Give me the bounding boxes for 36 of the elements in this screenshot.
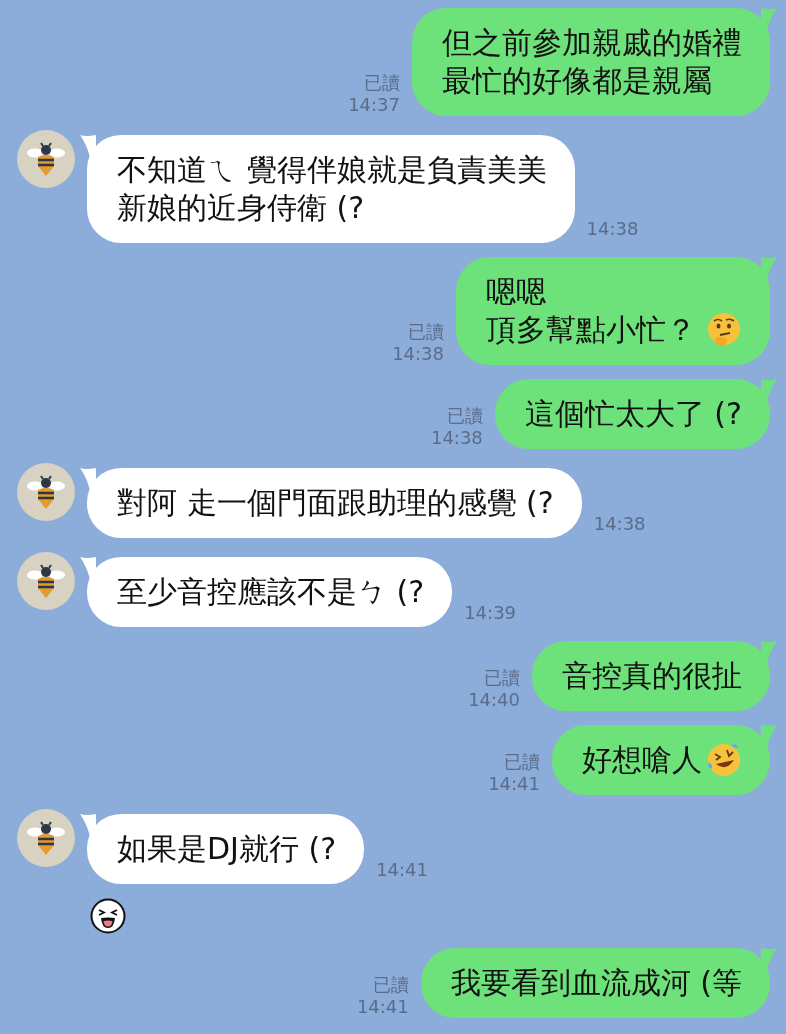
message-time: 14:41 [376, 859, 428, 880]
message-text: 這個忙太大了 (? [524, 395, 742, 433]
message-time: 14:37 [348, 94, 400, 116]
message-text: 新娘的近身侍衛 (? [117, 189, 366, 227]
bee-avatar [17, 809, 75, 867]
message-text: 頂多幫點小忙？ [486, 311, 696, 349]
bee-avatar [17, 552, 75, 610]
laughing-face-icon [706, 742, 742, 778]
read-receipt: 已讀 [446, 405, 483, 427]
read-receipt: 已讀 [364, 72, 400, 94]
read-receipt: 已讀 [372, 974, 409, 996]
read-receipt: 已讀 [408, 321, 444, 343]
message-time: 14:38 [392, 343, 444, 365]
message-time: 14:41 [488, 773, 540, 795]
message-text: 不知道ㄟ 覺得伴娘就是負責美美 [117, 151, 547, 189]
message-text: 我要看到血流成河 (等 [450, 964, 742, 1002]
message-text: 但之前參加親戚的婚禮 [442, 24, 742, 62]
message-text: 好想嗆人 [582, 741, 702, 779]
message-time: 14:38 [586, 218, 639, 239]
laughing-face-icon [90, 898, 126, 934]
message-time: 14:39 [464, 602, 517, 623]
message-time: 14:38 [593, 513, 646, 534]
bee-avatar [17, 463, 75, 521]
message-time: 14:38 [430, 427, 483, 449]
read-receipt: 已讀 [504, 751, 540, 773]
message-text: 嗯嗯 [486, 273, 547, 311]
message-text: 音控真的很扯 [562, 657, 742, 695]
thinking-face-icon [706, 312, 742, 348]
read-receipt: 已讀 [484, 667, 520, 689]
message-text: 如果是DJ就行 (? [117, 830, 337, 868]
bee-avatar [17, 130, 75, 188]
message-text: 對阿 走一個門面跟助理的感覺 (? [117, 484, 554, 522]
message-time: 14:41 [356, 996, 409, 1018]
message-time: 14:40 [468, 689, 520, 711]
message-text: 最忙的好像都是親屬 [442, 62, 713, 100]
message-text: 至少音控應該不是ㄅ (? [117, 573, 425, 611]
